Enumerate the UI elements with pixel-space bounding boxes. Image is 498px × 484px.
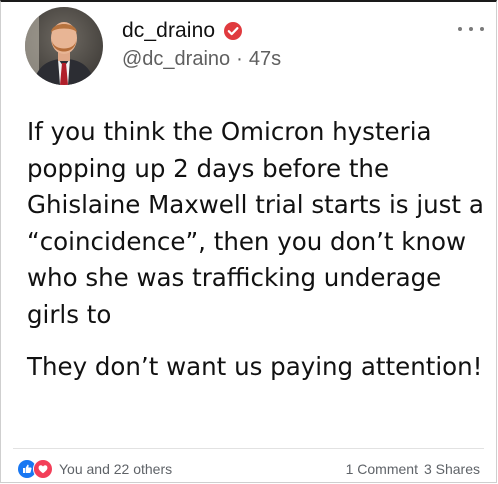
handle-separator: · xyxy=(236,48,243,70)
author-handle[interactable]: @dc_draino xyxy=(122,48,230,70)
author-display-name[interactable]: dc_draino xyxy=(122,19,215,43)
author-handle-row: @dc_draino · 47s xyxy=(122,48,281,71)
footer-divider xyxy=(13,448,484,449)
author-avatar[interactable] xyxy=(25,7,103,85)
author-name-row: dc_draino xyxy=(122,16,243,46)
post-footer: You and 22 others 1 Comment 3 Shares xyxy=(17,458,480,480)
verified-badge-icon xyxy=(223,21,243,41)
post-body: If you think the Omicron hysteria poppin… xyxy=(27,114,487,386)
love-reaction-icon xyxy=(33,459,53,479)
post-timestamp[interactable]: 47s xyxy=(249,48,281,70)
engagement-counts: 1 Comment 3 Shares xyxy=(346,461,480,477)
more-options-icon[interactable] xyxy=(458,24,484,34)
reactions-label: You and 22 others xyxy=(59,461,173,477)
post-paragraph: If you think the Omicron hysteria poppin… xyxy=(27,117,484,329)
comments-count-link[interactable]: 1 Comment xyxy=(346,461,418,477)
post-paragraph: They don’t want us paying attention! xyxy=(27,352,483,381)
post-card: dc_draino @dc_draino · 47s If you think th… xyxy=(0,0,497,483)
avatar-image xyxy=(25,7,103,85)
reactions-summary[interactable]: You and 22 others xyxy=(17,459,172,479)
shares-count-link[interactable]: 3 Shares xyxy=(424,461,480,477)
